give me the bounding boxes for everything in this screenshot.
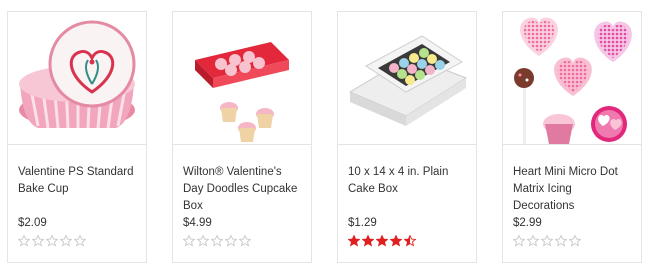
product-image[interactable] [503, 12, 641, 145]
star-icon [18, 235, 30, 247]
product-price: $4.99 [183, 217, 212, 229]
rating-stars [348, 235, 416, 247]
star-icon [541, 235, 553, 247]
cupcake-box-icon [195, 42, 289, 142]
star-icon [211, 235, 223, 247]
star-icon [404, 235, 416, 247]
product-price: $2.09 [18, 217, 47, 229]
product-name[interactable]: 10 x 14 x 4 in. Plain Cake Box [348, 164, 470, 198]
star-icon [239, 235, 251, 247]
star-icon [555, 235, 567, 247]
star-icon [569, 235, 581, 247]
star-icon [74, 235, 86, 247]
rating-stars [513, 235, 581, 247]
product-grid: Valentine PS Standard Bake Cup $2.09 Wil… [0, 0, 650, 272]
star-icon [390, 235, 402, 247]
star-icon [348, 235, 360, 247]
product-name[interactable]: Valentine PS Standard Bake Cup [18, 164, 140, 198]
product-price: $1.29 [348, 217, 377, 229]
star-icon [60, 235, 72, 247]
star-icon [376, 235, 388, 247]
product-image[interactable] [8, 12, 146, 145]
star-icon [183, 235, 195, 247]
product-image[interactable] [338, 12, 476, 145]
icing-decorations-icon [514, 17, 632, 144]
product-name[interactable]: Wilton® Valentine's Day Doodles Cupcake … [183, 164, 305, 215]
star-icon [513, 235, 525, 247]
product-card-cupcake-box[interactable]: Wilton® Valentine's Day Doodles Cupcake … [172, 11, 312, 263]
product-image[interactable] [173, 12, 311, 145]
product-card-icing-decorations[interactable]: Heart Mini Micro Dot Matrix Icing Decora… [502, 11, 642, 263]
star-icon [527, 235, 539, 247]
star-icon [197, 235, 209, 247]
product-name[interactable]: Heart Mini Micro Dot Matrix Icing Decora… [513, 164, 635, 215]
star-icon [362, 235, 374, 247]
product-card-bake-cup[interactable]: Valentine PS Standard Bake Cup $2.09 [7, 11, 147, 263]
star-icon [225, 235, 237, 247]
rating-stars [18, 235, 86, 247]
product-price: $2.99 [513, 217, 542, 229]
bake-cup-icon [19, 20, 136, 129]
product-card-cake-box[interactable]: 10 x 14 x 4 in. Plain Cake Box $1.29 [337, 11, 477, 263]
star-icon [46, 235, 58, 247]
star-icon [32, 235, 44, 247]
cake-box-icon [348, 35, 468, 126]
rating-stars [183, 235, 251, 247]
